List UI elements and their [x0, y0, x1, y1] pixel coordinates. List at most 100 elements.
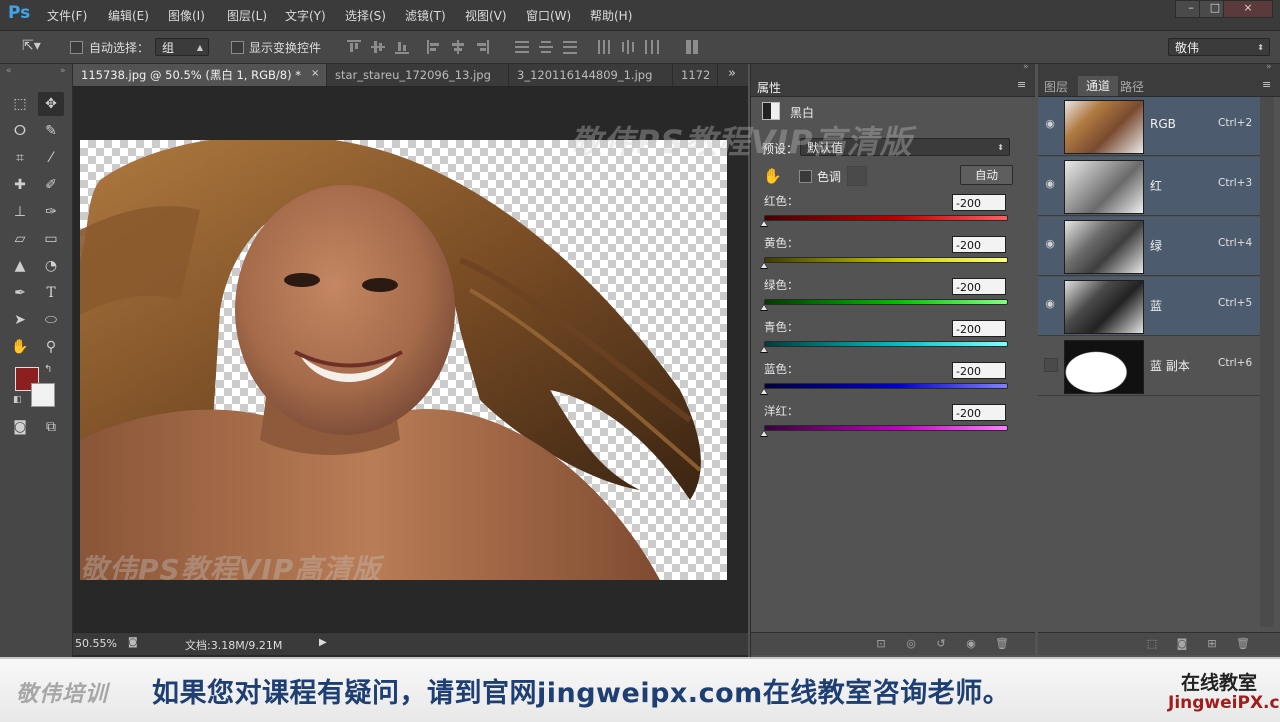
default-colors-icon[interactable]: ◧ — [13, 395, 22, 405]
channel-row[interactable]: ◉ 蓝 Ctrl+5 — [1038, 277, 1260, 336]
distribute-hcenter-icon[interactable] — [621, 40, 635, 54]
slider-thumb[interactable] — [760, 346, 768, 353]
align-vcenter-icon[interactable] — [371, 40, 385, 54]
clip-to-layer-icon[interactable]: ⊡ — [875, 638, 887, 650]
slider-value-input[interactable]: -200 — [952, 404, 1006, 421]
background-color-swatch[interactable] — [31, 383, 55, 407]
slider-value-input[interactable]: -200 — [952, 278, 1006, 295]
marquee-tool-icon[interactable]: ⬚ — [7, 92, 33, 116]
history-brush-tool-icon[interactable]: ✑ — [38, 200, 64, 224]
slider-track[interactable] — [764, 299, 1008, 305]
tint-color-swatch[interactable] — [847, 166, 867, 186]
toggle-visibility-icon[interactable]: ◉ — [965, 638, 977, 650]
clone-stamp-tool-icon[interactable]: ⊥ — [7, 200, 33, 224]
tab-document-4[interactable]: 1172 — [673, 64, 718, 86]
tab-document-active[interactable]: 115738.jpg @ 50.5% (黑白 1, RGB/8) * — [73, 64, 327, 86]
image-canvas[interactable]: 敬伟PS教程VIP高清版 — [80, 140, 727, 580]
status-menu-arrow-icon[interactable]: ▶ — [319, 637, 327, 648]
channels-menu-icon[interactable]: ≡ — [1262, 78, 1271, 91]
eye-icon[interactable]: ◉ — [1044, 298, 1056, 310]
brush-tool-icon[interactable]: ✐ — [38, 173, 64, 197]
eyedropper-tool-icon[interactable]: ⁄ — [38, 146, 64, 170]
ellipse-tool-icon[interactable]: ⬭ — [38, 308, 64, 332]
view-previous-state-icon[interactable]: ◎ — [905, 638, 917, 650]
menu-layer[interactable]: 图层(L) — [227, 7, 267, 24]
collapse-toolbox-icon[interactable]: « — [6, 66, 12, 76]
slider-track[interactable] — [764, 341, 1008, 347]
channel-row[interactable]: ◉ 绿 Ctrl+4 — [1038, 217, 1260, 276]
tab-paths[interactable]: 路径 — [1120, 78, 1144, 95]
quick-mask-icon[interactable]: ◙ — [7, 415, 33, 439]
distribute-left-icon[interactable] — [597, 40, 611, 54]
tab-document-3[interactable]: 3_120116144809_1.jpg — [509, 64, 673, 86]
properties-collapse-icon[interactable]: » — [1023, 62, 1029, 72]
reset-icon[interactable]: ↺ — [935, 638, 947, 650]
properties-menu-icon[interactable]: ≡ — [1017, 78, 1026, 91]
new-channel-icon[interactable]: ⊞ — [1206, 638, 1218, 650]
channel-row[interactable]: ◉ RGB Ctrl+2 — [1038, 97, 1260, 156]
close-button[interactable]: × — [1223, 0, 1273, 18]
hand-tool-icon[interactable]: ✋ — [7, 335, 33, 359]
pen-tool-icon[interactable]: ✒ — [7, 281, 33, 305]
auto-select-dropdown[interactable]: 组 ▲ — [155, 38, 209, 56]
eraser-tool-icon[interactable]: ▱ — [7, 227, 33, 251]
show-transform-checkbox[interactable] — [231, 41, 244, 54]
distribute-vcenter-icon[interactable] — [539, 40, 553, 54]
tab-channels[interactable]: 通道 — [1078, 76, 1118, 96]
blur-tool-icon[interactable]: ▲ — [7, 254, 33, 278]
slider-track[interactable] — [764, 215, 1008, 221]
lasso-tool-icon[interactable]: ⵔ — [7, 119, 33, 143]
slider-value-input[interactable]: -200 — [952, 194, 1006, 211]
menu-view[interactable]: 视图(V) — [465, 7, 507, 24]
gradient-tool-icon[interactable]: ▭ — [38, 227, 64, 251]
load-channel-selection-icon[interactable]: ⬚ — [1146, 638, 1158, 650]
align-hcenter-icon[interactable] — [451, 40, 465, 54]
crop-tool-icon[interactable]: ⌗ — [7, 146, 33, 170]
zoom-level[interactable]: 50.55% — [75, 637, 117, 650]
menu-image[interactable]: 图像(I) — [168, 7, 205, 24]
tint-checkbox[interactable] — [799, 170, 812, 183]
banner-website[interactable]: JingweiPX.com — [1168, 693, 1280, 713]
save-selection-icon[interactable]: ◙ — [1176, 638, 1188, 650]
healing-brush-tool-icon[interactable]: ✚ — [7, 173, 33, 197]
tab-document-2[interactable]: star_stareu_172096_13.jpg — [327, 64, 509, 86]
align-top-icon[interactable] — [347, 40, 361, 54]
align-bottom-icon[interactable] — [395, 40, 409, 54]
channels-collapse-icon[interactable]: » — [1266, 62, 1272, 72]
menu-file[interactable]: 文件(F) — [47, 7, 87, 24]
menu-help[interactable]: 帮助(H) — [590, 7, 632, 24]
toolbox-menu-icon[interactable]: » — [60, 66, 66, 76]
auto-select-checkbox[interactable] — [70, 41, 83, 54]
align-right-icon[interactable] — [475, 40, 489, 54]
workspace-dropdown[interactable]: 敬伟 ⬍ — [1168, 38, 1270, 56]
tabs-overflow-icon[interactable]: » — [728, 66, 736, 81]
eye-off-icon[interactable] — [1044, 358, 1058, 372]
slider-value-input[interactable]: -200 — [952, 236, 1006, 253]
screen-mode-icon[interactable]: ⧉ — [38, 415, 64, 439]
distribute-right-icon[interactable] — [645, 40, 659, 54]
eye-icon[interactable]: ◉ — [1044, 118, 1056, 130]
menu-filter[interactable]: 滤镜(T) — [405, 7, 446, 24]
auto-button[interactable]: 自动 — [960, 165, 1013, 185]
menu-edit[interactable]: 编辑(E) — [108, 7, 149, 24]
close-tab-icon[interactable]: × — [311, 68, 319, 79]
slider-track[interactable] — [764, 425, 1008, 431]
slider-track[interactable] — [764, 383, 1008, 389]
slider-thumb[interactable] — [760, 430, 768, 437]
path-selection-tool-icon[interactable]: ➤ — [7, 308, 33, 332]
move-tool-icon[interactable]: ✥ — [38, 92, 64, 116]
distribute-bottom-icon[interactable] — [563, 40, 577, 54]
eye-icon[interactable]: ◉ — [1044, 238, 1056, 250]
move-tool-preset-icon[interactable]: ⇱▾ — [22, 38, 41, 54]
dodge-tool-icon[interactable]: ◔ — [38, 254, 64, 278]
channel-row[interactable]: ◉ 红 Ctrl+3 — [1038, 157, 1260, 216]
slider-thumb[interactable] — [760, 262, 768, 269]
align-left-icon[interactable] — [427, 40, 441, 54]
quick-select-tool-icon[interactable]: ✎ — [38, 119, 64, 143]
eye-icon[interactable]: ◉ — [1044, 178, 1056, 190]
delete-adjustment-icon[interactable]: 🗑 — [995, 638, 1009, 650]
slider-value-input[interactable]: -200 — [952, 320, 1006, 337]
distribute-top-icon[interactable] — [515, 40, 529, 54]
tab-layers[interactable]: 图层 — [1044, 78, 1068, 95]
channel-row[interactable]: 蓝 副本 Ctrl+6 — [1038, 337, 1260, 396]
